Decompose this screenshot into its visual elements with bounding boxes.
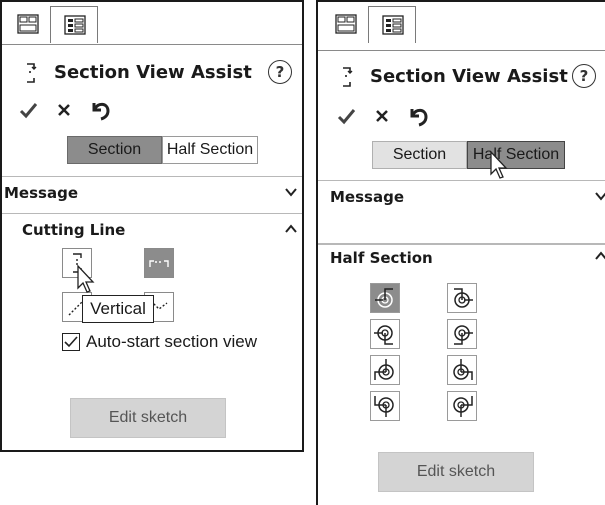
undo-icon[interactable]	[406, 104, 430, 128]
ok-checkmark-icon[interactable]	[16, 98, 40, 122]
half-section-option-7[interactable]	[370, 391, 400, 421]
help-icon[interactable]: ?	[572, 64, 596, 88]
half-section-bullseye-icon	[454, 288, 473, 308]
property-manager-icon	[64, 15, 86, 35]
chevron-up-icon[interactable]	[284, 222, 298, 236]
message-section-header[interactable]: Message	[318, 180, 605, 213]
cutting-line-header-label: Cutting Line	[22, 221, 126, 239]
half-section-button[interactable]: Half Section	[467, 141, 565, 169]
tab-feature-manager[interactable]	[8, 6, 48, 42]
half-section-bullseye-icon	[374, 396, 394, 417]
tab-separator	[2, 44, 302, 45]
half-section-header[interactable]: Half Section	[318, 246, 605, 278]
feature-manager-icon	[17, 14, 39, 34]
mouse-pointer-icon	[77, 264, 95, 293]
half-section-bullseye-icon	[453, 359, 473, 380]
vertical-tooltip: Vertical	[82, 295, 154, 323]
cutting-line-section-header[interactable]: Cutting Line	[2, 213, 302, 246]
edit-sketch-button[interactable]: Edit sketch	[70, 398, 226, 438]
half-section-bullseye-icon	[454, 325, 473, 345]
horizontal-line-icon	[149, 260, 169, 267]
half-section-option-4[interactable]	[447, 319, 477, 349]
horizontal-cutting-line-button[interactable]	[144, 248, 174, 278]
cancel-x-icon[interactable]	[370, 104, 394, 128]
tab-separator	[318, 50, 605, 51]
half-section-bullseye-icon	[374, 325, 393, 345]
half-section-bullseye-icon	[374, 359, 394, 380]
panel-title: Section View Assist	[54, 62, 252, 83]
half-section-option-3[interactable]	[370, 319, 400, 349]
checkmark-icon	[64, 336, 78, 348]
message-section-header[interactable]: Message	[2, 176, 302, 209]
chevron-down-icon[interactable]	[594, 189, 605, 203]
auto-start-checkbox[interactable]	[62, 333, 80, 351]
half-section-option-6[interactable]	[447, 355, 477, 385]
section-view-icon	[27, 63, 37, 83]
tab-property-manager[interactable]	[50, 6, 98, 43]
cancel-x-icon[interactable]	[52, 98, 76, 122]
section-view-assist-panel-right: Section View Assist ? Section Half Secti…	[316, 0, 605, 505]
half-section-option-1[interactable]	[370, 283, 400, 313]
section-view-assist-panel-left: Section View Assist ? Section Half Secti…	[0, 0, 304, 452]
panel-title: Section View Assist	[370, 66, 568, 87]
half-section-button[interactable]: Half Section	[162, 136, 258, 164]
ok-checkmark-icon[interactable]	[334, 104, 358, 128]
edit-sketch-button[interactable]: Edit sketch	[378, 452, 534, 492]
half-section-bullseye-icon	[453, 396, 473, 417]
chevron-down-icon[interactable]	[284, 185, 298, 199]
mouse-pointer-icon	[490, 150, 508, 179]
message-header-label: Message	[330, 188, 404, 206]
chevron-up-icon[interactable]	[594, 249, 605, 263]
property-manager-icon	[382, 15, 404, 35]
section-button[interactable]: Section	[67, 136, 162, 164]
help-icon[interactable]: ?	[268, 60, 292, 84]
feature-manager-icon	[335, 14, 357, 34]
section-view-icon	[343, 67, 353, 87]
auto-start-label: Auto-start section view	[86, 332, 258, 351]
message-header-label: Message	[4, 184, 78, 202]
half-section-option-5[interactable]	[370, 355, 400, 385]
divider	[318, 243, 605, 245]
half-section-option-2[interactable]	[447, 283, 477, 313]
section-button[interactable]: Section	[372, 141, 467, 169]
tab-feature-manager[interactable]	[326, 6, 366, 42]
tab-property-manager[interactable]	[368, 6, 416, 43]
half-section-header-label: Half Section	[330, 249, 433, 267]
half-section-bullseye-icon	[375, 288, 393, 308]
undo-icon[interactable]	[88, 98, 112, 122]
half-section-option-8[interactable]	[447, 391, 477, 421]
